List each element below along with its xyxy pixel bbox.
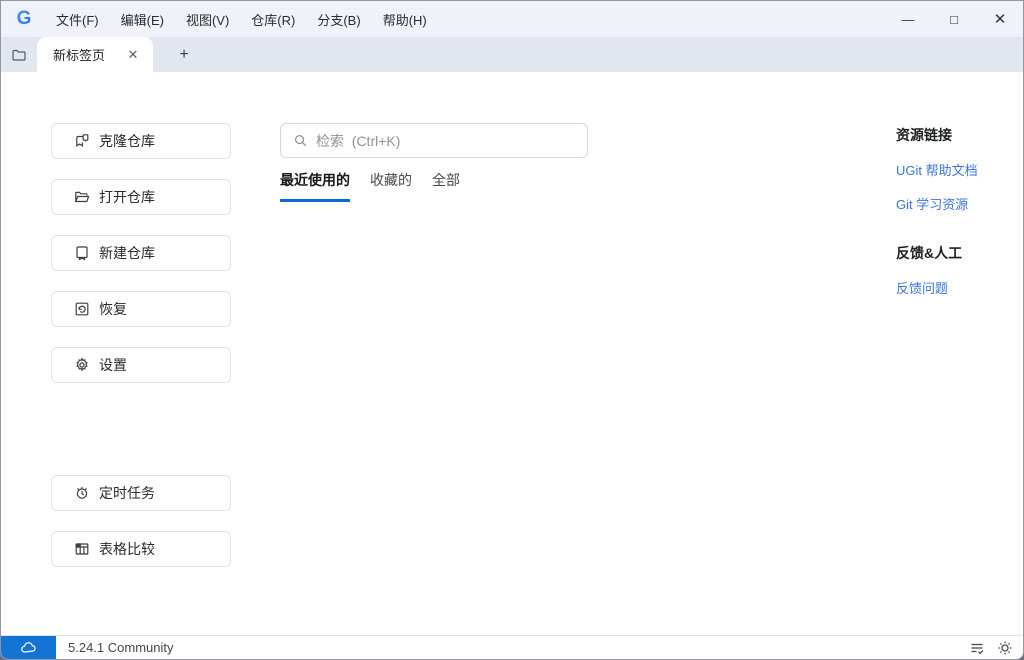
settings-button[interactable]: 设置 <box>51 347 231 383</box>
new-repo-button[interactable]: 新建仓库 <box>51 235 231 271</box>
theme-brightness-icon[interactable] <box>997 640 1013 656</box>
side-btn-label: 表格比较 <box>99 541 155 557</box>
table-compare-icon <box>74 541 90 557</box>
tab-strip: 新标签页 ✕ + <box>1 37 1023 72</box>
side-btn-label: 恢复 <box>99 301 127 317</box>
task-log-icon[interactable] <box>969 640 985 656</box>
tab-recently-used[interactable]: 最近使用的 <box>280 170 350 202</box>
new-tab-button[interactable]: + <box>171 42 197 68</box>
title-bar: G 文件(F) 编辑(E) 视图(V) 仓库(R) 分支(B) 帮助(H) — … <box>1 1 1023 37</box>
tab-favorites[interactable]: 收藏的 <box>370 170 412 202</box>
menu-view[interactable]: 视图(V) <box>175 5 240 34</box>
resource-aside: 资源链接 UGit 帮助文档 Git 学习资源 反馈&人工 反馈问题 <box>896 125 1016 297</box>
menu-help[interactable]: 帮助(H) <box>372 5 438 34</box>
restore-button[interactable]: 恢复 <box>51 291 231 327</box>
sidebar: 克隆仓库 打开仓库 新建仓库 恢复 设置 定时任务 表格比较 <box>51 123 231 587</box>
minimize-button[interactable]: — <box>885 1 931 37</box>
open-repo-button[interactable]: 打开仓库 <box>51 179 231 215</box>
tab-label: 新标签页 <box>53 48 106 63</box>
folder-open-icon <box>74 189 90 205</box>
window-controls: — □ ✕ <box>885 1 1023 37</box>
table-compare-button[interactable]: 表格比较 <box>51 531 231 567</box>
git-learning-link[interactable]: Git 学习资源 <box>896 194 1016 213</box>
side-btn-label: 设置 <box>99 357 127 373</box>
repository-list-button[interactable] <box>1 37 37 72</box>
search-icon <box>293 133 308 148</box>
ugit-help-doc-link[interactable]: UGit 帮助文档 <box>896 160 1016 179</box>
app-logo-icon: G <box>13 8 35 30</box>
repository-panel: 最近使用的 收藏的 全部 <box>280 123 588 202</box>
maximize-button[interactable]: □ <box>931 1 977 37</box>
timer-task-icon <box>74 485 90 501</box>
tab-new-page[interactable]: 新标签页 ✕ <box>37 37 153 72</box>
repo-new-icon <box>74 245 90 261</box>
side-btn-label: 新建仓库 <box>99 245 155 261</box>
restore-icon <box>74 301 90 317</box>
main-content: 克隆仓库 打开仓库 新建仓库 恢复 设置 定时任务 表格比较 检索 (Ctrl+… <box>1 72 1023 635</box>
gear-icon <box>74 357 90 373</box>
folder-icon <box>11 47 27 63</box>
status-bar-right <box>969 640 1023 656</box>
tab-all[interactable]: 全部 <box>432 170 460 202</box>
search-box[interactable] <box>280 123 588 158</box>
cloud-sync-button[interactable] <box>1 636 56 659</box>
menu-edit[interactable]: 编辑(E) <box>110 5 175 34</box>
menu-bar: 文件(F) 编辑(E) 视图(V) 仓库(R) 分支(B) 帮助(H) <box>45 5 438 34</box>
scheduled-tasks-button[interactable]: 定时任务 <box>51 475 231 511</box>
menu-file[interactable]: 文件(F) <box>45 5 110 34</box>
menu-branch[interactable]: 分支(B) <box>306 5 371 34</box>
menu-repository[interactable]: 仓库(R) <box>240 5 306 34</box>
feedback-issue-link[interactable]: 反馈问题 <box>896 278 1016 297</box>
filter-tabs: 最近使用的 收藏的 全部 <box>280 170 588 202</box>
clone-repo-button[interactable]: 克隆仓库 <box>51 123 231 159</box>
close-window-button[interactable]: ✕ <box>977 1 1023 37</box>
status-bar: 5.24.1 Community <box>1 635 1023 659</box>
app-window: G 文件(F) 编辑(E) 视图(V) 仓库(R) 分支(B) 帮助(H) — … <box>0 0 1024 660</box>
side-btn-label: 克隆仓库 <box>99 133 155 149</box>
cloud-icon <box>20 641 38 655</box>
side-btn-label: 打开仓库 <box>99 189 155 205</box>
app-version-label: 5.24.1 Community <box>68 640 174 655</box>
resource-links-title: 资源链接 <box>896 127 952 143</box>
side-btn-label: 定时任务 <box>99 485 155 501</box>
feedback-title: 反馈&人工 <box>896 245 963 261</box>
repo-clone-icon <box>74 133 90 149</box>
tab-close-icon[interactable]: ✕ <box>123 45 143 65</box>
search-input[interactable] <box>316 132 577 149</box>
